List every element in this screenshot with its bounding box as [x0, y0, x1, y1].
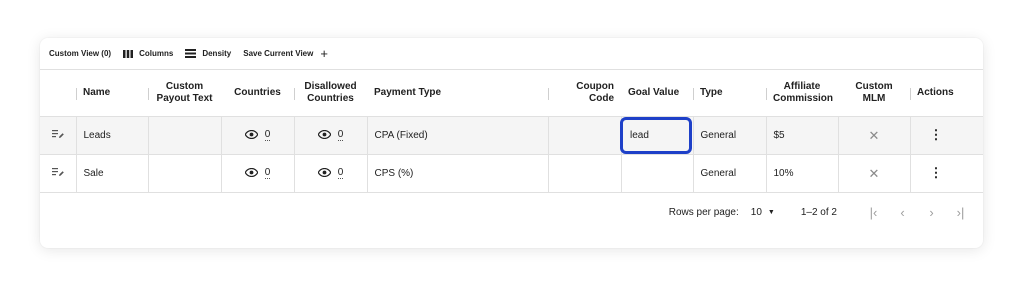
header-name[interactable]: Name — [76, 69, 148, 117]
cell-custom-payout — [148, 154, 222, 193]
eye-icon — [244, 167, 259, 180]
header-edit — [40, 69, 76, 117]
rows-per-page-value: 10 — [750, 206, 762, 218]
cell-actions: ⋮ — [910, 116, 983, 155]
goals-table: Name Custom Payout Text Countries Disallo… — [40, 69, 983, 193]
custom-view-button[interactable]: Custom View (0) — [49, 49, 111, 58]
header-coupon-code[interactable]: Coupon Code — [548, 69, 621, 117]
eye-icon — [317, 167, 332, 180]
eye-icon — [244, 129, 259, 142]
header-custom-payout[interactable]: Custom Payout Text — [148, 69, 221, 117]
offer-goals-card: Custom View (0) Columns Density Save Cur… — [40, 38, 983, 248]
cell-custom-mlm: ✕ — [838, 154, 911, 193]
add-view-button[interactable]: + — [320, 47, 328, 60]
countries-count[interactable]: 0 — [264, 168, 271, 179]
caret-down-icon: ▼ — [767, 208, 775, 216]
columns-button[interactable]: Columns — [123, 49, 173, 58]
x-icon: ✕ — [868, 165, 880, 181]
cell-commission: $5 — [766, 116, 839, 155]
cell-disallowed[interactable]: 0 — [294, 154, 368, 193]
cell-coupon-code — [548, 154, 622, 193]
cell-custom-mlm: ✕ — [838, 116, 911, 155]
columns-icon — [123, 49, 134, 58]
edit-list-icon[interactable] — [40, 154, 77, 193]
page-range: 1–2 of 2 — [800, 206, 837, 218]
cell-goal-value — [621, 154, 694, 193]
save-view-label: Save Current View — [243, 49, 314, 58]
rows-per-page-select[interactable]: 10 ▼ — [751, 207, 775, 218]
table-row[interactable]: Sale 0 0 CPS (%) General 10% ✕ ⋮ — [40, 154, 983, 193]
cell-countries[interactable]: 0 — [221, 116, 295, 155]
prev-page-icon[interactable]: ‹ — [888, 205, 917, 220]
save-view-button[interactable]: Save Current View — [243, 49, 313, 58]
goal-value-text: lead — [630, 130, 649, 141]
edit-list-icon[interactable] — [40, 116, 77, 155]
countries-count[interactable]: 0 — [264, 130, 271, 141]
disallowed-count[interactable]: 0 — [337, 168, 344, 179]
goal-value-highlight[interactable]: lead — [620, 117, 692, 154]
cell-custom-payout — [148, 116, 222, 155]
x-icon: ✕ — [868, 127, 880, 143]
header-payment-type[interactable]: Payment Type — [367, 69, 548, 117]
last-page-icon[interactable]: ›| — [946, 205, 975, 220]
pagination-footer: Rows per page: 10 ▼ 1–2 of 2 |‹ ‹ › ›| — [40, 193, 983, 231]
cell-type: General — [693, 154, 767, 193]
header-affiliate-commission[interactable]: Affiliate Commission — [766, 69, 838, 117]
cell-type: General — [693, 116, 767, 155]
header-countries[interactable]: Countries — [221, 69, 294, 117]
cell-disallowed[interactable]: 0 — [294, 116, 368, 155]
cell-name: Sale — [76, 154, 149, 193]
custom-view-label: Custom View (0) — [49, 49, 112, 58]
header-row: Name Custom Payout Text Countries Disallo… — [40, 69, 983, 117]
density-button[interactable]: Density — [185, 49, 231, 58]
rows-per-page-label: Rows per page: — [668, 206, 739, 218]
more-vertical-icon[interactable]: ⋮ — [918, 165, 943, 180]
table-row[interactable]: Leads 0 0 CPA (Fixed) General $5 ✕ ⋮ — [40, 116, 983, 155]
density-icon — [185, 49, 197, 58]
disallowed-count[interactable]: 0 — [337, 130, 344, 141]
header-custom-mlm[interactable]: Custom MLM — [838, 69, 910, 117]
density-label: Density — [202, 49, 232, 58]
cell-commission: 10% — [766, 154, 839, 193]
cell-coupon-code — [548, 116, 622, 155]
first-page-icon[interactable]: |‹ — [859, 205, 888, 220]
cell-countries[interactable]: 0 — [221, 154, 295, 193]
cell-payment-type: CPS (%) — [367, 154, 549, 193]
header-type[interactable]: Type — [693, 69, 766, 117]
header-disallowed-countries[interactable]: Disallowed Countries — [294, 69, 367, 117]
grid-toolbar: Custom View (0) Columns Density Save Cur… — [40, 38, 983, 69]
more-vertical-icon[interactable]: ⋮ — [918, 127, 943, 142]
plus-icon: + — [320, 46, 328, 61]
cell-actions: ⋮ — [910, 154, 983, 193]
cell-name: Leads — [76, 116, 149, 155]
columns-label: Columns — [139, 49, 174, 58]
next-page-icon[interactable]: › — [917, 205, 946, 220]
eye-icon — [317, 129, 332, 142]
cell-payment-type: CPA (Fixed) — [367, 116, 549, 155]
header-actions: Actions — [910, 69, 983, 117]
header-goal-value[interactable]: Goal Value — [621, 69, 693, 117]
